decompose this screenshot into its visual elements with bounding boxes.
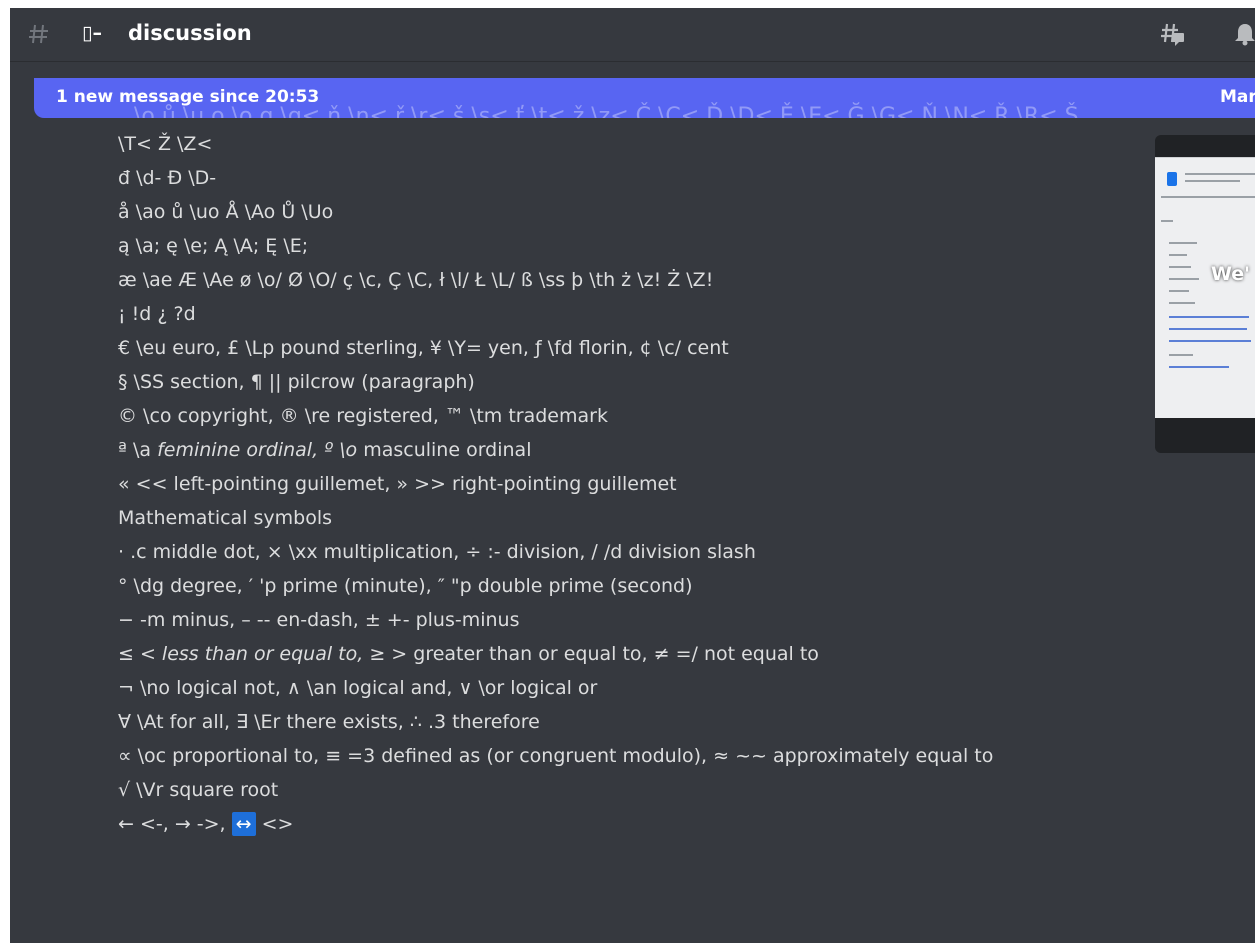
- line-segment: <>: [255, 813, 294, 835]
- line-segment: ≤ <: [118, 643, 162, 665]
- preview-line: [1185, 180, 1240, 182]
- document-icon: [1167, 172, 1177, 186]
- preview-line: [1169, 340, 1251, 342]
- attachment-preview: [1155, 157, 1255, 418]
- selected-arrow-text[interactable]: ↔: [231, 812, 256, 836]
- bell-icon[interactable]: [1232, 21, 1255, 47]
- message-line: √ \Vr square root: [118, 779, 279, 801]
- line-segment: ª \a: [118, 439, 158, 461]
- image-attachment[interactable]: We': [1155, 135, 1255, 453]
- message-line: ą \a; ę \e; Ą \A; Ę \E;: [118, 235, 309, 257]
- message-line: ° \dg degree, ′ 'p prime (minute), ″ "p …: [118, 575, 693, 597]
- message-line: ¡ !d ¿ ?d: [118, 303, 196, 325]
- preview-line: [1169, 354, 1193, 356]
- message-line: å \ao ů \uo Å \Ao Ů \Uo: [118, 201, 334, 223]
- new-messages-label: 1 new message since 20:53: [56, 87, 320, 107]
- attachment-overlay-text: We': [1211, 263, 1250, 285]
- preview-line: [1185, 173, 1255, 175]
- channel-emoji: ▯–: [82, 22, 102, 44]
- message-line: € \eu euro, £ \Lp pound sterling, ¥ \Y= …: [118, 337, 729, 359]
- line-segment: ≥ > greater than or equal to, ≠ =/ not e…: [363, 643, 819, 665]
- message-line: ∀ \At for all, ∃ \Er there exists, ∴ .3 …: [118, 711, 540, 733]
- preview-line: [1169, 266, 1191, 268]
- hash-icon: [29, 24, 48, 44]
- preview-line: [1169, 290, 1189, 292]
- message-line: æ \ae Æ \Ae ø \o/ Ø \O/ ç \c, Ç \C, ł \l…: [118, 269, 714, 291]
- preview-line: [1169, 242, 1197, 244]
- discord-window: ▯– discussion \o ů \u o \o g \g< ň \n< ř…: [10, 8, 1255, 943]
- threads-icon[interactable]: [1160, 21, 1186, 47]
- message-content: \T< Ž \Z< đ \d- Đ \D- å \ao ů \uo Å \Ao …: [10, 8, 1255, 943]
- preview-line: [1161, 220, 1173, 222]
- italic-segment: feminine ordinal, º \o: [157, 439, 358, 461]
- line-segment: ← <-, → ->,: [118, 813, 232, 835]
- message-line: đ \d- Đ \D-: [118, 167, 217, 189]
- mark-as-read-button[interactable]: Mark: [1220, 87, 1255, 107]
- message-line: ª \a feminine ordinal, º \o masculine or…: [118, 434, 531, 467]
- preview-line: [1161, 196, 1255, 198]
- message-line: \T< Ž \Z<: [118, 133, 213, 155]
- preview-line: [1169, 254, 1187, 256]
- message-line: − -m minus, – -- en-dash, ± +- plus-minu…: [118, 609, 520, 631]
- line-segment: masculine ordinal: [357, 439, 532, 461]
- message-line: Mathematical symbols: [118, 507, 333, 529]
- message-line: · .c middle dot, × \xx multiplication, ÷…: [118, 541, 756, 563]
- italic-segment: less than or equal to,: [161, 643, 364, 665]
- message-line: ← <-, → ->, ↔ <>: [118, 808, 293, 841]
- message-line: © \co copyright, ® \re registered, ™ \tm…: [118, 405, 608, 427]
- message-line: ∝ \oc proportional to, ≡ =3 defined as (…: [118, 745, 994, 767]
- preview-line: [1169, 302, 1195, 304]
- channel-name: discussion: [128, 21, 252, 45]
- preview-line: [1169, 316, 1249, 318]
- message-line: § \SS section, ¶ || pilcrow (paragraph): [118, 371, 475, 393]
- message-line: ¬ \no logical not, ∧ \an logical and, ∨ …: [118, 677, 598, 699]
- preview-line: [1169, 278, 1199, 280]
- preview-line: [1169, 328, 1247, 330]
- channel-header: ▯– discussion: [10, 8, 1255, 62]
- message-line: « << left-pointing guillemet, » >> right…: [118, 473, 677, 495]
- message-line: ≤ < less than or equal to, ≥ > greater t…: [118, 638, 819, 671]
- preview-line: [1169, 366, 1229, 368]
- new-messages-banner[interactable]: \o ů \u o \o g \g< ň \n< ř \r< š \s< ť \…: [34, 78, 1255, 118]
